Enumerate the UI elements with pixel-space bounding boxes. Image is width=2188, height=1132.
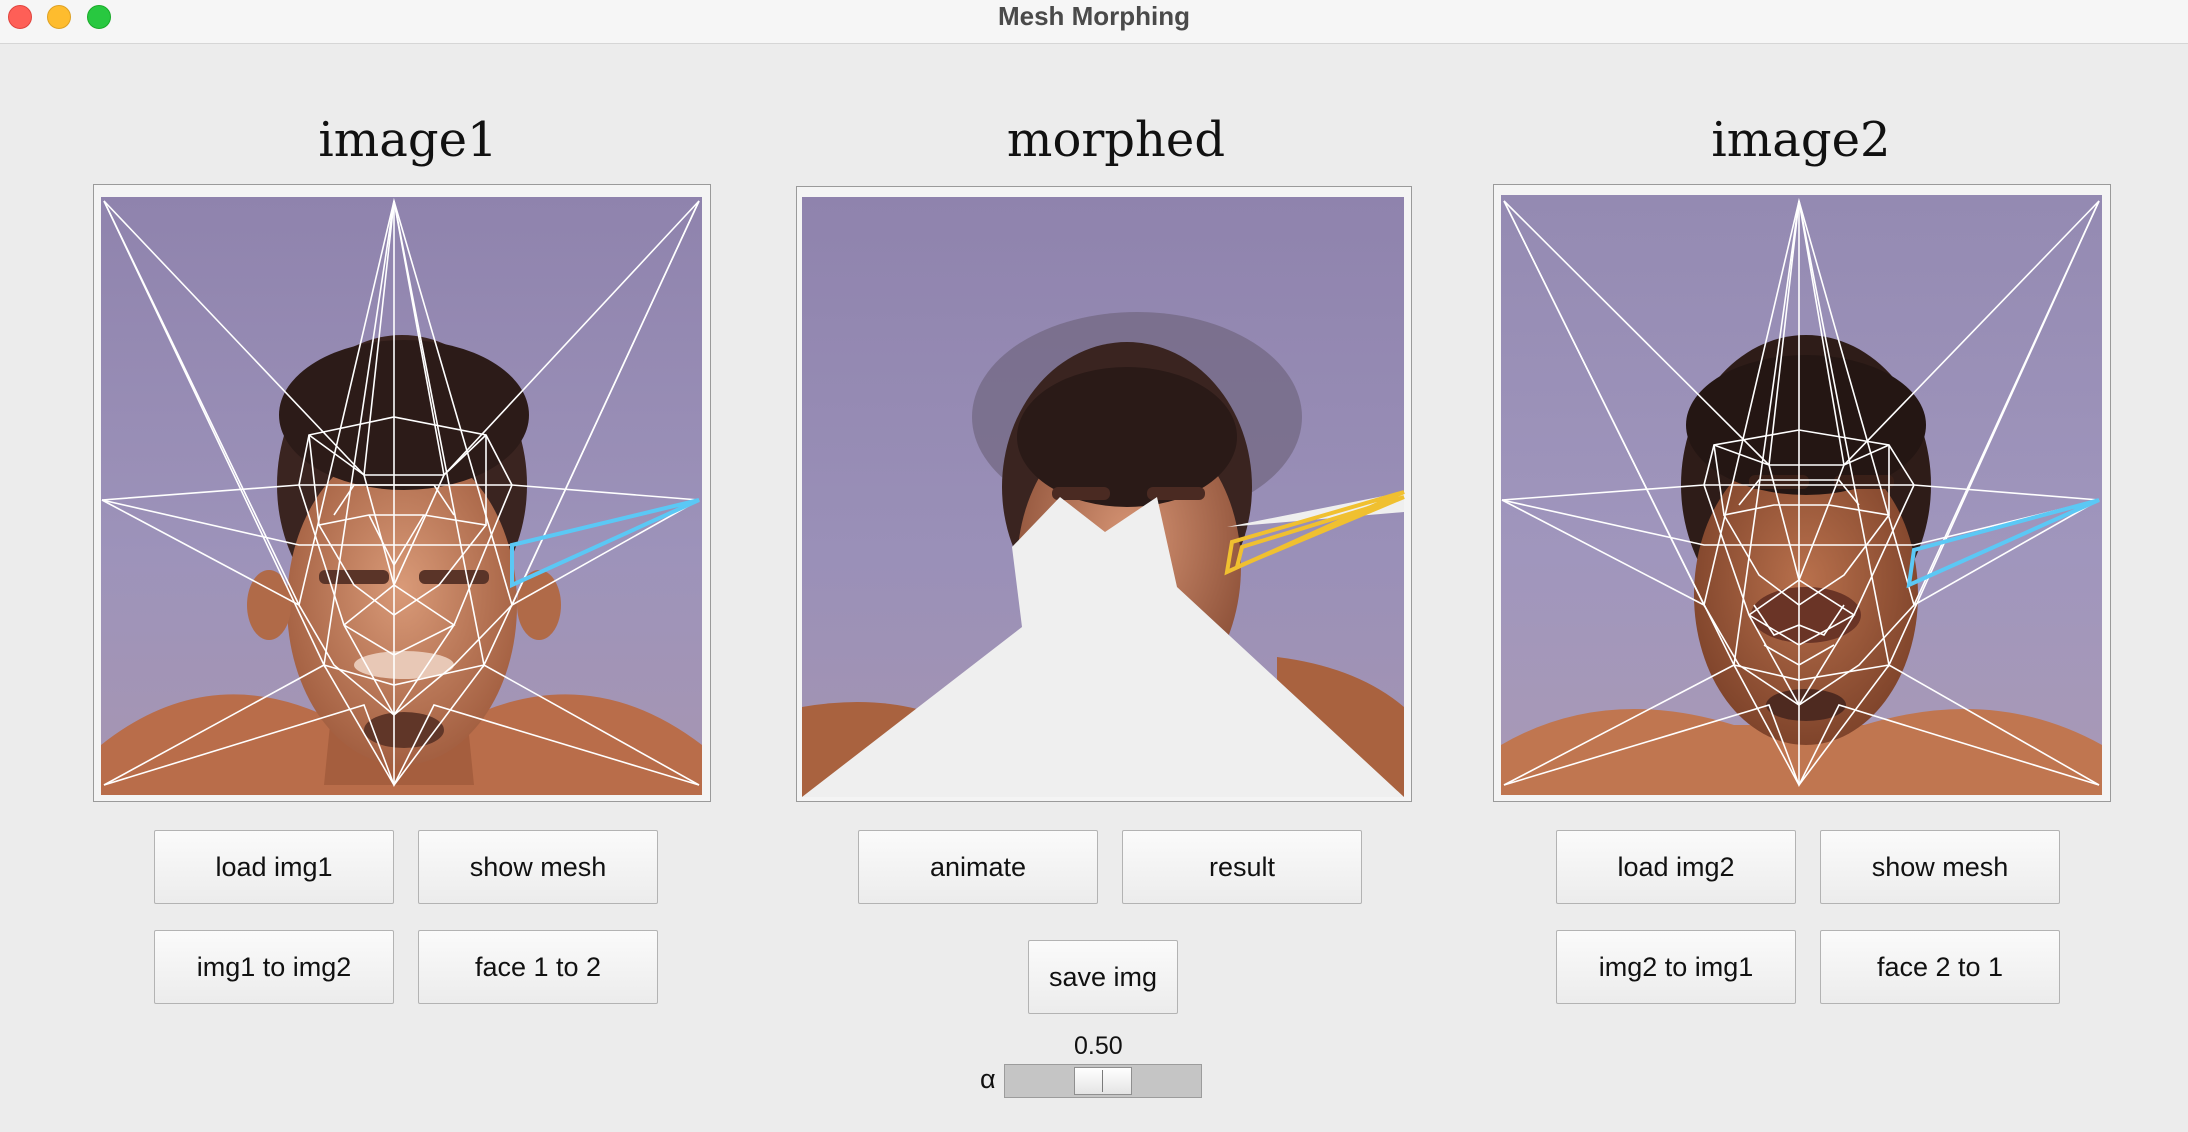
morphed-picture (802, 197, 1405, 797)
window-title: Mesh Morphing (997, 1, 1191, 31)
save-img-button[interactable]: save img (1028, 940, 1178, 1014)
show-mesh-left-button[interactable]: show mesh (418, 830, 658, 904)
face-1-to-2-button[interactable]: face 1 to 2 (418, 930, 658, 1004)
load-img1-button[interactable]: load img1 (154, 830, 394, 904)
morphed-canvas[interactable] (796, 186, 1412, 802)
animate-button[interactable]: animate (858, 830, 1098, 904)
image2-canvas[interactable] (1493, 184, 2111, 802)
image2-picture (1501, 195, 2102, 795)
morphed-title: morphed (1006, 112, 1226, 168)
show-mesh-right-button[interactable]: show mesh (1820, 830, 2060, 904)
alpha-label: α (980, 1064, 996, 1094)
image1-canvas[interactable] (93, 184, 711, 802)
img2-to-img1-button[interactable]: img2 to img1 (1556, 930, 1796, 1004)
image1-title: image1 (318, 112, 498, 168)
face-2-to-1-button[interactable]: face 2 to 1 (1820, 930, 2060, 1004)
alpha-value: 0.50 (1074, 1032, 1123, 1060)
alpha-slider-thumb[interactable] (1074, 1067, 1132, 1095)
image2-title: image2 (1711, 112, 1891, 168)
img1-to-img2-button[interactable]: img1 to img2 (154, 930, 394, 1004)
title-bar: Mesh Morphing (0, 0, 2188, 44)
result-button[interactable]: result (1122, 830, 1362, 904)
alpha-slider[interactable] (1004, 1064, 1202, 1098)
image1-picture (101, 197, 702, 795)
load-img2-button[interactable]: load img2 (1556, 830, 1796, 904)
